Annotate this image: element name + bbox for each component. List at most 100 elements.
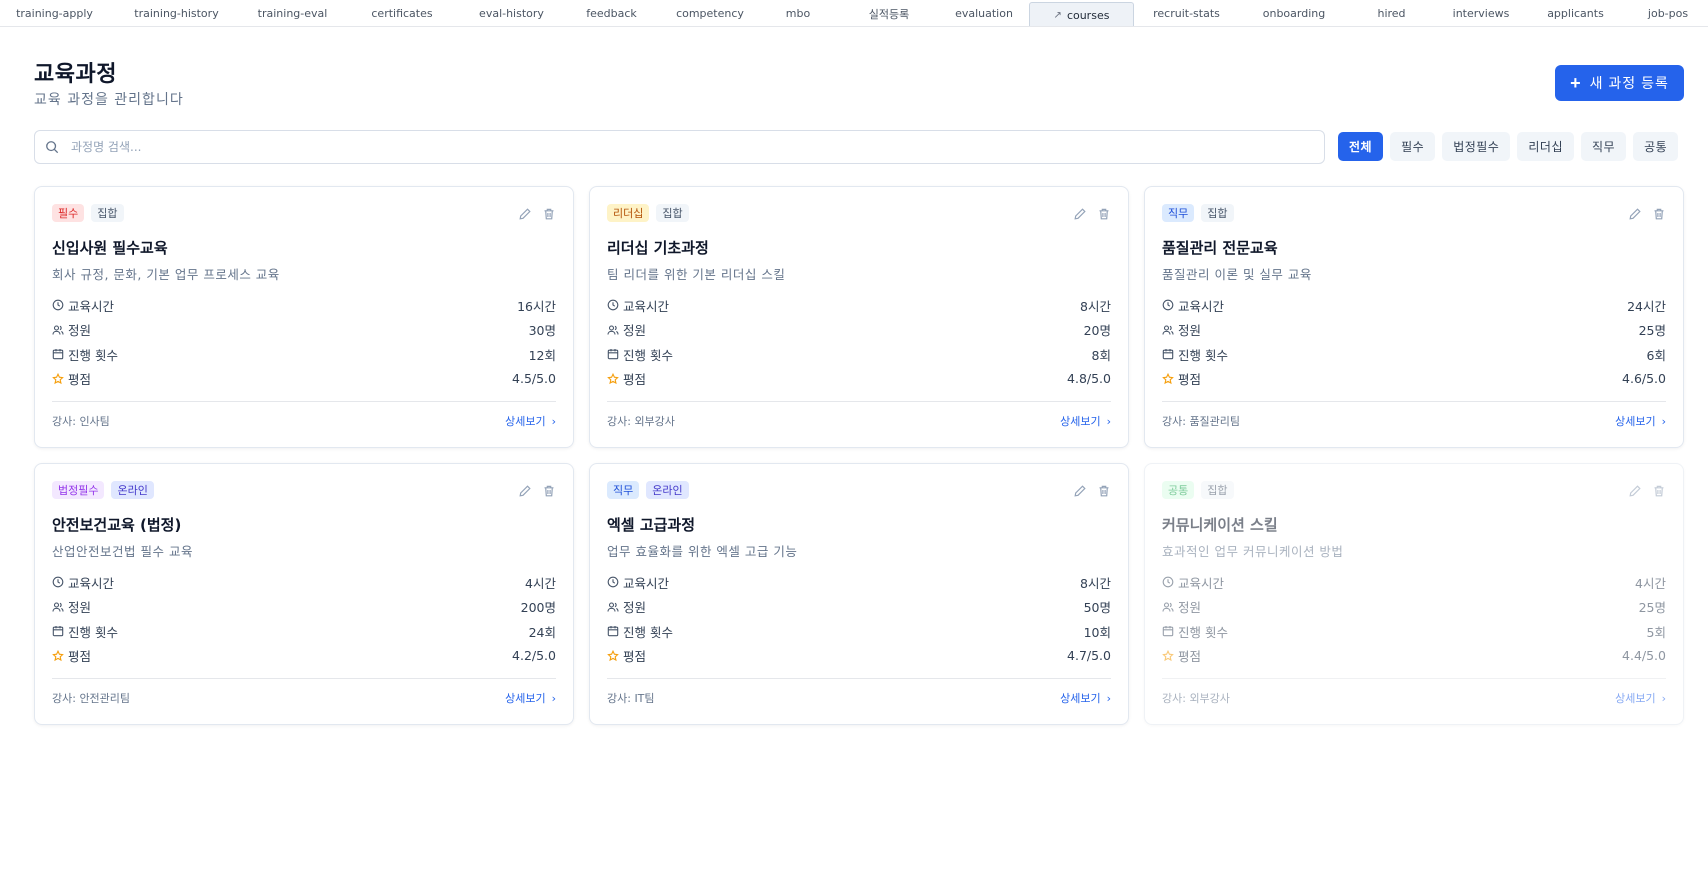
detail-link[interactable]: 상세보기 › bbox=[505, 413, 556, 429]
tab-실적등록[interactable]: 실적등록 bbox=[839, 0, 939, 26]
stat-label: 진행 횟수 bbox=[1178, 347, 1228, 363]
detail-link[interactable]: 상세보기 › bbox=[1060, 690, 1111, 706]
instructor-label: 강사: 외부강사 bbox=[607, 415, 675, 428]
tab-label: competency bbox=[676, 7, 744, 20]
stat-label: 정원 bbox=[623, 323, 647, 339]
trash-icon[interactable] bbox=[1652, 484, 1666, 498]
tab-eval-history[interactable]: eval-history bbox=[463, 0, 560, 26]
tab-courses[interactable]: ↗ courses bbox=[1029, 2, 1134, 26]
course-badge: 법정필수 bbox=[52, 481, 105, 499]
detail-link[interactable]: 상세보기 › bbox=[1060, 413, 1111, 429]
tab-interviews[interactable]: interviews bbox=[1434, 0, 1528, 26]
trash-icon[interactable] bbox=[542, 207, 556, 221]
detail-link[interactable]: 상세보기 › bbox=[505, 690, 556, 706]
users-icon bbox=[607, 601, 619, 613]
edit-icon[interactable] bbox=[518, 207, 532, 221]
stat-value: 4시간 bbox=[1635, 575, 1666, 591]
course-title: 엑셀 고급과정 bbox=[607, 516, 696, 534]
badge-group: 리더십 집합 bbox=[607, 204, 1111, 222]
star-icon bbox=[607, 649, 619, 662]
detail-link-label: 상세보기 bbox=[505, 415, 546, 428]
edit-icon[interactable] bbox=[1073, 207, 1087, 221]
stat-sessions: 진행 횟수 24회 bbox=[52, 619, 556, 644]
tab-evaluation[interactable]: evaluation bbox=[939, 0, 1029, 26]
instructor-label: 강사: 안전관리팀 bbox=[52, 692, 131, 705]
tab-hired[interactable]: hired bbox=[1349, 0, 1434, 26]
tab-competency[interactable]: competency bbox=[663, 0, 757, 26]
users-icon bbox=[52, 324, 64, 336]
course-description: 산업안전보건법 필수 교육 bbox=[52, 544, 193, 559]
card-footer: 강사: 품질관리팀 상세보기 › bbox=[1162, 401, 1666, 429]
tab-training-history[interactable]: training-history bbox=[109, 0, 244, 26]
stat-rating: 평점 4.8/5.0 bbox=[607, 367, 1111, 392]
detail-link[interactable]: 상세보기 › bbox=[1615, 413, 1666, 429]
course-card[interactable]: 필수 집합 신입사원 필수교육 회사 규정, 문화, 기본 업무 프로세스 교육 교육시… bbox=[34, 186, 574, 448]
stat-label: 평점 bbox=[1178, 649, 1202, 665]
filter-chip[interactable]: 리더십 bbox=[1517, 132, 1574, 161]
course-card[interactable]: 리더십 집합 리더십 기초과정 팀 리더를 위한 기본 리더십 스킬 교육시간 8시간 정원… bbox=[589, 186, 1129, 448]
page-title: 교육과정 bbox=[34, 62, 117, 87]
trash-icon[interactable] bbox=[1652, 207, 1666, 221]
stat-hours: 교육시간 4시간 bbox=[52, 570, 556, 595]
chevron-right-icon: › bbox=[551, 414, 556, 428]
trash-icon[interactable] bbox=[1097, 207, 1111, 221]
instructor-label: 강사: IT팀 bbox=[607, 692, 655, 705]
clock-icon bbox=[52, 576, 64, 588]
star-icon bbox=[52, 372, 64, 385]
stat-label: 교육시간 bbox=[68, 298, 115, 314]
tab-certificates[interactable]: certificates bbox=[341, 0, 463, 26]
detail-link-label: 상세보기 bbox=[1060, 415, 1101, 428]
course-card[interactable]: 법정필수 온라인 안전보건교육 (법정) 산업안전보건법 필수 교육 교육시간 4시간 정원… bbox=[34, 463, 574, 725]
stat-value: 24회 bbox=[528, 624, 556, 640]
card-actions bbox=[1628, 484, 1666, 498]
calendar-icon bbox=[1162, 625, 1174, 637]
filter-chip[interactable]: 법정필수 bbox=[1442, 132, 1511, 161]
tab-applicants[interactable]: applicants bbox=[1528, 0, 1623, 26]
detail-link[interactable]: 상세보기 › bbox=[1615, 690, 1666, 706]
stat-value: 8시간 bbox=[1080, 298, 1111, 314]
detail-link-label: 상세보기 bbox=[1615, 415, 1656, 428]
tab-training-apply[interactable]: training-apply bbox=[0, 0, 109, 26]
trash-icon[interactable] bbox=[1097, 484, 1111, 498]
filter-chip[interactable]: 필수 bbox=[1390, 132, 1436, 161]
stat-label: 교육시간 bbox=[623, 298, 670, 314]
stat-hours: 교육시간 8시간 bbox=[607, 570, 1111, 595]
course-card[interactable]: 공통 집합 커뮤니케이션 스킬 효과적인 업무 커뮤니케이션 방법 교육시간 4시간 정원 2… bbox=[1144, 463, 1684, 725]
instructor-label: 강사: 인사팀 bbox=[52, 415, 110, 428]
edit-icon[interactable] bbox=[518, 484, 532, 498]
edit-icon[interactable] bbox=[1073, 484, 1087, 498]
course-badge: 필수 bbox=[52, 204, 85, 222]
course-description: 팀 리더를 위한 기본 리더십 스킬 bbox=[607, 267, 786, 282]
tab-label: onboarding bbox=[1262, 7, 1326, 20]
detail-link-label: 상세보기 bbox=[505, 692, 546, 705]
course-card[interactable]: 직무 온라인 엑셀 고급과정 업무 효율화를 위한 엑셀 고급 기능 교육시간 8시간 정원… bbox=[589, 463, 1129, 725]
filter-chip[interactable]: 공통 bbox=[1633, 132, 1679, 161]
plus-icon: + bbox=[1570, 72, 1582, 93]
stat-value: 8회 bbox=[1091, 347, 1111, 363]
stat-label: 평점 bbox=[1178, 372, 1202, 388]
trash-icon[interactable] bbox=[542, 484, 556, 498]
course-card[interactable]: 직무 집합 품질관리 전문교육 품질관리 이론 및 실무 교육 교육시간 24시간 정원 25… bbox=[1144, 186, 1684, 448]
tab-job-pos[interactable]: job-pos bbox=[1623, 0, 1708, 26]
tab-onboarding[interactable]: onboarding bbox=[1239, 0, 1349, 26]
edit-icon[interactable] bbox=[1628, 207, 1642, 221]
search-input[interactable] bbox=[71, 140, 1271, 154]
tab-training-eval[interactable]: training-eval bbox=[244, 0, 341, 26]
course-title: 품질관리 전문교육 bbox=[1162, 239, 1278, 257]
tab-feedback[interactable]: feedback bbox=[560, 0, 663, 26]
calendar-icon bbox=[607, 625, 619, 637]
chevron-right-icon: › bbox=[1661, 691, 1666, 705]
course-title: 안전보건교육 (법정) bbox=[52, 516, 182, 534]
new-course-button[interactable]: + 새 과정 등록 bbox=[1555, 65, 1684, 101]
course-stats: 교육시간 8시간 정원 20명 진행 횟수 8회 평점 4.8/5.0 bbox=[607, 293, 1111, 391]
tab-recruit-stats[interactable]: recruit-stats bbox=[1134, 0, 1239, 26]
stat-label: 진행 횟수 bbox=[623, 624, 673, 640]
badge-group: 직무 집합 bbox=[1162, 204, 1666, 222]
filter-chip[interactable]: 전체 bbox=[1338, 132, 1384, 161]
edit-icon[interactable] bbox=[1628, 484, 1642, 498]
clock-icon bbox=[52, 299, 64, 311]
filter-chip[interactable]: 직무 bbox=[1580, 132, 1627, 161]
tab-mbo[interactable]: mbo bbox=[757, 0, 839, 26]
stat-value: 30명 bbox=[528, 323, 556, 339]
tab-label: applicants bbox=[1547, 7, 1604, 20]
